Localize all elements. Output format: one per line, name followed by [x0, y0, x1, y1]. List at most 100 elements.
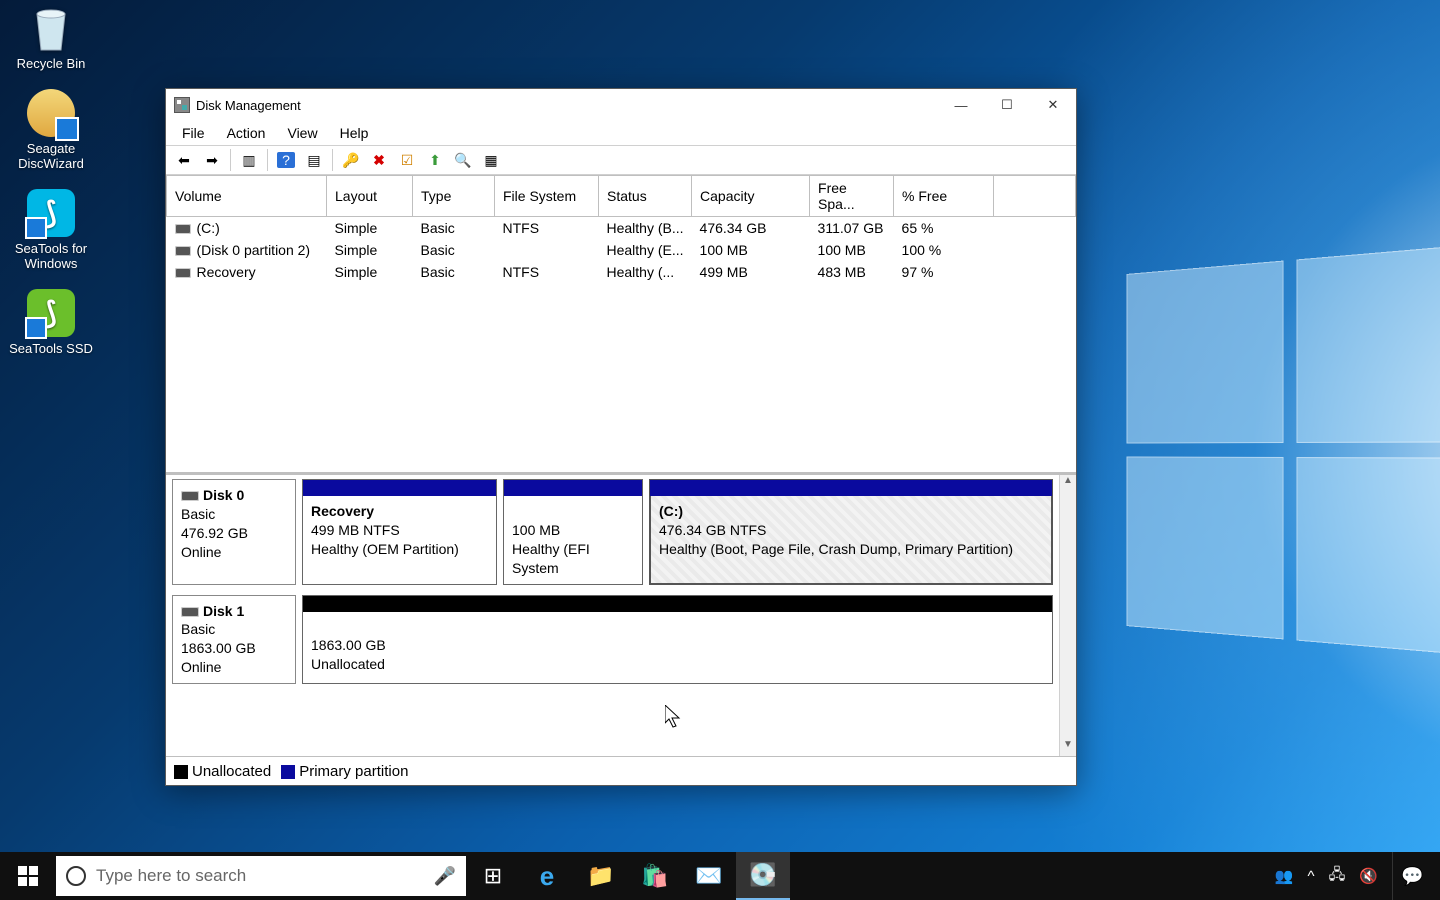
menu-file[interactable]: File [172, 123, 215, 143]
list-icon: ▦ [484, 152, 497, 169]
recycle-bin-icon [27, 4, 75, 52]
up-icon: ⬆ [429, 152, 441, 169]
toolbar-list-button[interactable]: ▦ [479, 148, 503, 172]
tray-action-center[interactable]: 💬 [1392, 852, 1432, 900]
col-volume[interactable]: Volume [167, 176, 327, 217]
toolbar-separator [267, 149, 268, 171]
partition-stripe [303, 596, 1052, 612]
toolbar-check-button[interactable]: ☑ [395, 148, 419, 172]
partition-size-fs: 476.34 GB NTFS [659, 521, 1043, 540]
partition-status: Unallocated [311, 655, 1044, 674]
volume-row[interactable]: (C:) Simple Basic NTFS Healthy (B... 476… [167, 217, 1076, 240]
partition-c[interactable]: (C:) 476.34 GB NTFS Healthy (Boot, Page … [649, 479, 1053, 585]
disk-type: Basic [181, 505, 287, 524]
app-icon [174, 97, 190, 113]
seatools-ssd-icon: ⟆ [27, 289, 75, 337]
toolbar-refresh-button[interactable]: 🔑 [339, 148, 363, 172]
partition-title: (C:) [659, 503, 683, 519]
taskbar-app-mail[interactable]: ✉️ [682, 852, 736, 900]
minimize-button[interactable]: — [938, 89, 984, 121]
toolbar-find-button[interactable]: 🔍 [451, 148, 475, 172]
taskview-button[interactable]: ⊞ [466, 852, 520, 900]
menu-help[interactable]: Help [330, 123, 379, 143]
taskbar-search[interactable]: Type here to search 🎤 [56, 856, 466, 896]
menubar: File Action View Help [166, 121, 1076, 145]
volume-free: 483 MB [810, 261, 894, 283]
tray-volume-icon[interactable]: 🔇 [1359, 867, 1378, 885]
toolbar-delete-button[interactable]: ✖ [367, 148, 391, 172]
toolbar-show-hide-button[interactable]: ▥ [237, 148, 261, 172]
taskbar-app-edge[interactable]: e [520, 852, 574, 900]
partition-efi[interactable]: 100 MB Healthy (EFI System [503, 479, 643, 585]
forward-arrow-icon: ➡ [206, 152, 218, 169]
start-button[interactable] [0, 852, 56, 900]
menu-action[interactable]: Action [217, 123, 276, 143]
col-pctfree[interactable]: % Free [894, 176, 994, 217]
volume-fs: NTFS [495, 217, 599, 240]
tray-chevron-up-icon[interactable]: ^ [1308, 868, 1315, 885]
desktop-icon-seatools-ssd[interactable]: ⟆ SeaTools SSD [8, 289, 94, 356]
volume-capacity: 100 MB [692, 239, 810, 261]
calendar-icon: ▤ [307, 152, 320, 169]
system-tray: 👥 ^ 🖧 🔇 💬 [1267, 852, 1440, 900]
help-icon: ? [277, 152, 295, 168]
volume-pct: 100 % [894, 239, 994, 261]
scroll-down-icon[interactable]: ▼ [1060, 739, 1076, 756]
toolbar-forward-button[interactable]: ➡ [200, 148, 224, 172]
scroll-up-icon[interactable]: ▲ [1060, 475, 1076, 492]
disk-row-1[interactable]: Disk 1 Basic 1863.00 GB Online 1863.00 G… [172, 595, 1053, 685]
disk-pane-scrollbar[interactable]: ▲ ▼ [1059, 475, 1076, 756]
toolbar-back-button[interactable]: ⬅ [172, 148, 196, 172]
taskbar-app-store[interactable]: 🛍️ [628, 852, 682, 900]
tray-network-icon[interactable]: 🖧 [1329, 864, 1346, 889]
partition-unallocated[interactable]: 1863.00 GB Unallocated [302, 595, 1053, 685]
volume-row[interactable]: Recovery Simple Basic NTFS Healthy (... … [167, 261, 1076, 283]
tray-people-icon[interactable]: 👥 [1275, 867, 1294, 885]
titlebar[interactable]: Disk Management — ☐ ✕ [166, 89, 1076, 121]
taskbar-app-explorer[interactable]: 📁 [574, 852, 628, 900]
col-filesystem[interactable]: File System [495, 176, 599, 217]
toolbar-settings-button[interactable]: ▤ [302, 148, 326, 172]
desktop-icon-seagate-discwizard[interactable]: Seagate DiscWizard [8, 89, 94, 171]
partition-status: Healthy (Boot, Page File, Crash Dump, Pr… [659, 540, 1043, 559]
volume-free: 100 MB [810, 239, 894, 261]
col-layout[interactable]: Layout [327, 176, 413, 217]
cortana-circle-icon [66, 866, 86, 886]
maximize-button[interactable]: ☐ [984, 89, 1030, 121]
microphone-icon[interactable]: 🎤 [434, 866, 456, 887]
volume-list-pane[interactable]: Volume Layout Type File System Status Ca… [166, 175, 1076, 475]
disk-name: Disk 0 [203, 487, 244, 503]
disk-label[interactable]: Disk 1 Basic 1863.00 GB Online [172, 595, 296, 685]
volume-pct: 97 % [894, 261, 994, 283]
legend-swatch-primary [281, 765, 295, 779]
volume-table: Volume Layout Type File System Status Ca… [166, 175, 1076, 283]
col-status[interactable]: Status [599, 176, 692, 217]
partition-recovery[interactable]: Recovery 499 MB NTFS Healthy (OEM Partit… [302, 479, 497, 585]
disk-label[interactable]: Disk 0 Basic 476.92 GB Online [172, 479, 296, 585]
volume-name: (Disk 0 partition 2) [197, 242, 311, 258]
legend-label: Unallocated [192, 763, 271, 780]
window-title: Disk Management [196, 98, 301, 113]
taskbar-app-diskmgmt[interactable]: 💽 [736, 852, 790, 900]
col-type[interactable]: Type [413, 176, 495, 217]
legend-swatch-unallocated [174, 765, 188, 779]
magnifier-icon: 🔍 [454, 152, 471, 169]
disk-management-window[interactable]: Disk Management — ☐ ✕ File Action View H… [165, 88, 1077, 786]
desktop-icon-recycle-bin[interactable]: Recycle Bin [8, 4, 94, 71]
desktop-icon-seatools-windows[interactable]: ⟆ SeaTools for Windows [8, 189, 94, 271]
toolbar-help-button[interactable]: ? [274, 148, 298, 172]
disk-graphical-pane[interactable]: Disk 0 Basic 476.92 GB Online Recovery 4… [166, 475, 1076, 757]
close-button[interactable]: ✕ [1030, 89, 1076, 121]
col-freespace[interactable]: Free Spa... [810, 176, 894, 217]
partition-stripe [504, 480, 642, 496]
toolbar-up-button[interactable]: ⬆ [423, 148, 447, 172]
disk-size: 1863.00 GB [181, 639, 287, 658]
menu-view[interactable]: View [277, 123, 327, 143]
volume-row[interactable]: (Disk 0 partition 2) Simple Basic Health… [167, 239, 1076, 261]
volume-icon [175, 268, 191, 278]
col-capacity[interactable]: Capacity [692, 176, 810, 217]
mail-icon: ✉️ [695, 863, 722, 889]
disk-state: Online [181, 543, 287, 562]
volume-layout: Simple [327, 239, 413, 261]
disk-row-0[interactable]: Disk 0 Basic 476.92 GB Online Recovery 4… [172, 479, 1053, 585]
